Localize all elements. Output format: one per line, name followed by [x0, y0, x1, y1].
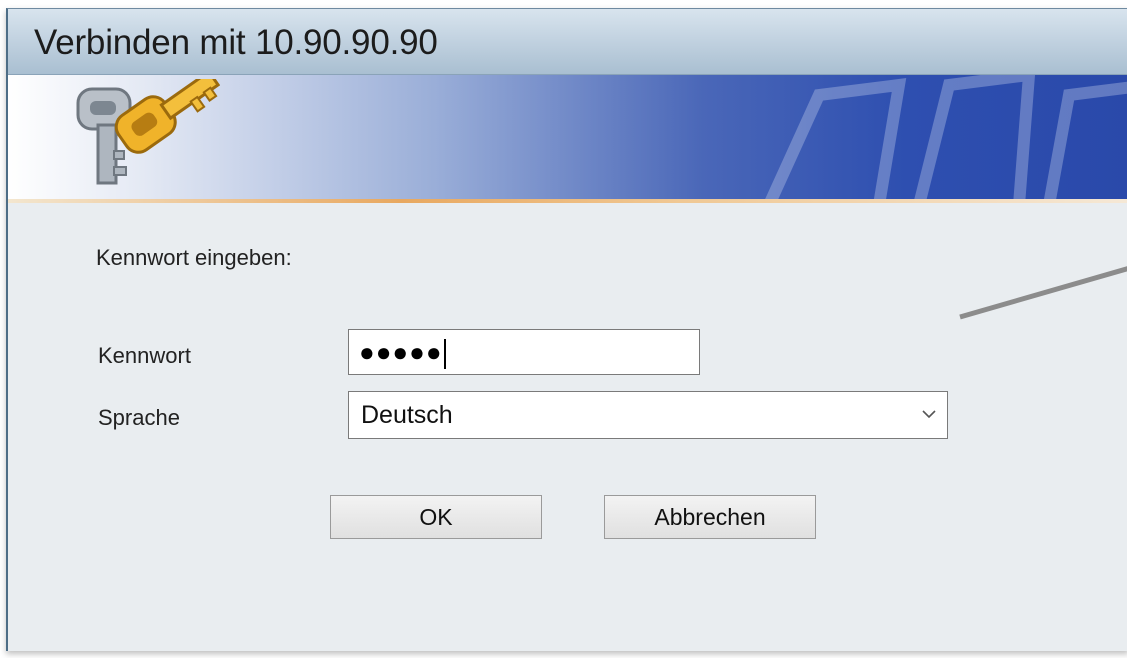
chevron-down-icon: [922, 410, 936, 419]
login-dialog: Verbinden mit 10.90.90.90 Kennwort einge…: [6, 8, 1127, 651]
password-value: ●●●●●: [359, 337, 443, 367]
language-label: Sprache: [98, 405, 180, 430]
password-input[interactable]: ●●●●●: [348, 329, 700, 375]
annotation-line: [959, 266, 1127, 320]
banner-decoration: [765, 75, 1127, 199]
password-label: Kennwort: [98, 343, 191, 368]
text-caret: [443, 339, 446, 370]
title-bar: Verbinden mit 10.90.90.90: [8, 9, 1127, 75]
ok-button[interactable]: OK: [330, 495, 542, 539]
dialog-body: Kennwort eingeben: Kennwort ●●●●● Sprach…: [8, 203, 1127, 651]
language-selected-value: Deutsch: [361, 401, 453, 429]
banner: [8, 75, 1127, 199]
dialog-title: Verbinden mit 10.90.90.90: [34, 23, 438, 62]
cancel-button[interactable]: Abbrechen: [604, 495, 816, 539]
password-prompt: Kennwort eingeben:: [96, 245, 292, 270]
keys-icon: [76, 79, 220, 185]
language-select[interactable]: Deutsch: [348, 391, 948, 439]
